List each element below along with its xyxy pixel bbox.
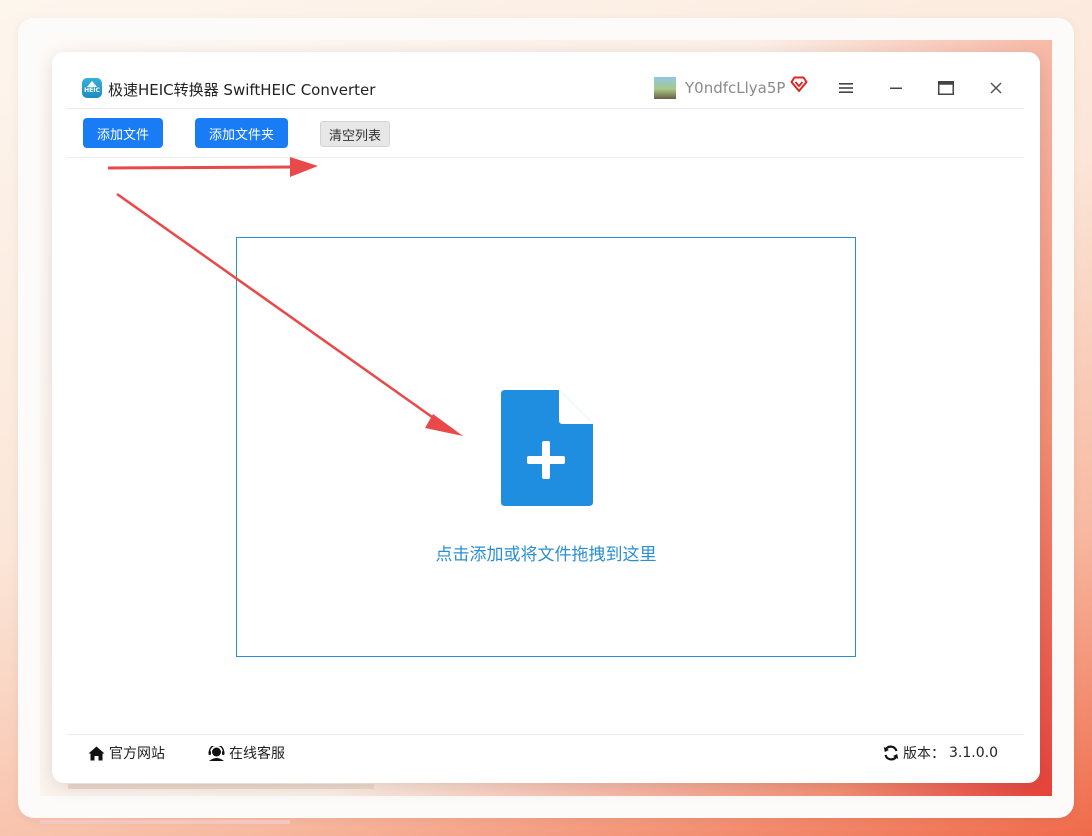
maximize-icon (938, 81, 954, 95)
add-file-button[interactable]: 添加文件 (83, 118, 164, 148)
clear-list-button[interactable]: 清空列表 (320, 121, 391, 147)
avatar[interactable] (654, 77, 676, 99)
maximize-button[interactable] (932, 74, 960, 102)
version-info[interactable]: 版本： 3.1.0.0 (883, 743, 998, 763)
add-folder-button[interactable]: 添加文件夹 (195, 118, 289, 148)
online-support-link[interactable]: 在线客服 (208, 743, 285, 763)
menu-icon (839, 83, 853, 93)
close-icon (990, 82, 1002, 94)
customer-service-icon (208, 745, 225, 761)
official-website-link[interactable]: 官方网站 (88, 743, 165, 763)
drop-hint: 点击添加或将文件拖拽到这里 (435, 545, 657, 565)
title-bar: HEIC 极速HEIC转换器 SwiftHEIC Converter Y0ndf… (66, 74, 1024, 109)
menu-button[interactable] (832, 74, 860, 102)
backdrop-strip (68, 784, 374, 789)
backdrop-strip-bottom (40, 820, 290, 824)
refresh-icon (883, 745, 899, 761)
vip-diamond-icon[interactable] (790, 75, 808, 93)
toolbar: 添加文件 添加文件夹 清空列表 (66, 109, 1024, 158)
app-title: 极速HEIC转换器 SwiftHEIC Converter (108, 81, 376, 99)
minimize-button[interactable] (882, 74, 910, 102)
close-button[interactable] (982, 74, 1010, 102)
home-icon (88, 746, 105, 760)
file-drop-zone[interactable]: 点击添加或将文件拖拽到这里 (236, 237, 856, 657)
minimize-icon (890, 87, 902, 89)
username[interactable]: Y0ndfcLlya5P (685, 79, 785, 97)
file-add-icon (501, 390, 593, 506)
app-logo-icon: HEIC (82, 78, 102, 98)
app-window: HEIC 极速HEIC转换器 SwiftHEIC Converter Y0ndf… (52, 52, 1040, 783)
footer: 官方网站 在线客服 版本： 3.1.0.0 (66, 734, 1024, 771)
